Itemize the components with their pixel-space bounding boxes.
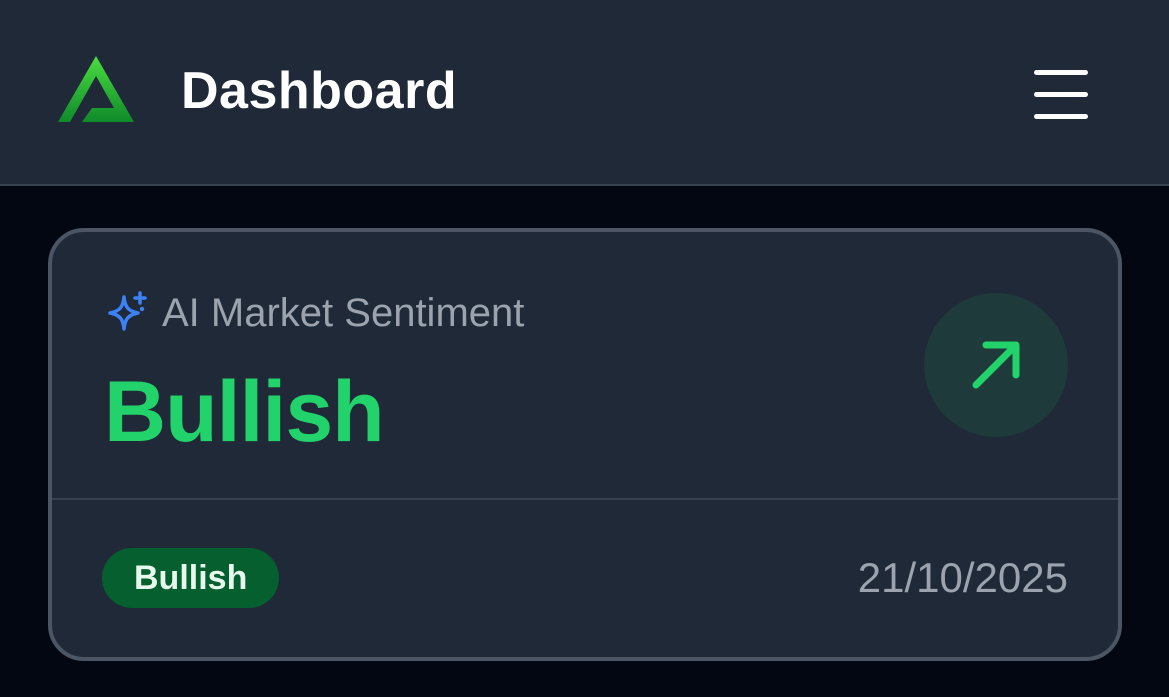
sentiment-card[interactable]: AI Market Sentiment Bullish Bullish 21/1… xyxy=(48,228,1122,661)
trend-indicator xyxy=(924,293,1068,437)
sentiment-date: 21/10/2025 xyxy=(857,554,1068,601)
sparkle-icon xyxy=(108,291,147,331)
menu-button[interactable] xyxy=(1024,62,1098,126)
hamburger-menu-icon-line xyxy=(1034,92,1088,97)
sentiment-label: AI Market Sentiment xyxy=(162,291,525,335)
sentiment-badge: Bullish xyxy=(102,548,280,608)
sentiment-label-row: AI Market Sentiment xyxy=(104,288,524,338)
page-title: Dashboard xyxy=(181,62,458,120)
sentiment-value: Bullish xyxy=(104,364,385,460)
a-triangle-logo-icon[interactable] xyxy=(54,52,138,126)
hamburger-menu-icon-line xyxy=(1034,114,1088,119)
hamburger-menu-icon xyxy=(1034,70,1088,75)
app-header: Dashboard xyxy=(0,0,1169,186)
arrow-up-right-icon xyxy=(972,341,1020,389)
sentiment-card-body: AI Market Sentiment Bullish xyxy=(52,232,1118,500)
